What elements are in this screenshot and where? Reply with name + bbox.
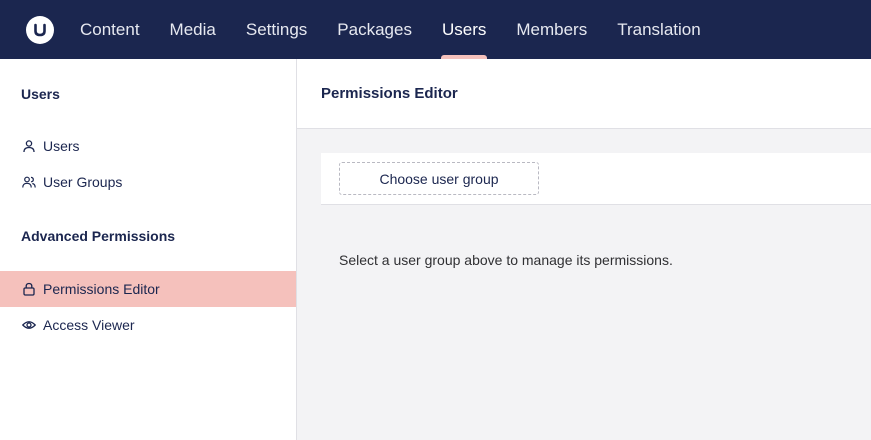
sidebar-item-label: Access Viewer [43, 317, 135, 333]
top-navigation-bar: Content Media Settings Packages Users Me… [0, 0, 871, 59]
eye-icon [22, 318, 36, 332]
sidebar-item-users[interactable]: Users [0, 128, 296, 164]
nav-settings[interactable]: Settings [231, 0, 322, 59]
nav-members[interactable]: Members [501, 0, 602, 59]
nav-content[interactable]: Content [80, 0, 155, 59]
sidebar-heading-users: Users [21, 86, 60, 102]
user-icon [22, 139, 36, 153]
user-group-picker-panel: Choose user group [321, 153, 871, 205]
lock-icon [22, 282, 36, 296]
sidebar-item-user-groups[interactable]: User Groups [0, 164, 296, 200]
logo-icon [26, 15, 54, 44]
main-panel: Permissions Editor Choose user group Sel… [297, 59, 871, 440]
sidebar-item-access-viewer[interactable]: Access Viewer [0, 307, 296, 343]
users-icon [22, 175, 36, 189]
choose-user-group-button[interactable]: Choose user group [339, 162, 539, 195]
sidebar-item-label: User Groups [43, 174, 123, 190]
sidebar-item-label: Users [43, 138, 80, 154]
empty-state-hint: Select a user group above to manage its … [339, 252, 673, 268]
sidebar-item-label: Permissions Editor [43, 281, 160, 297]
nav-media[interactable]: Media [155, 0, 231, 59]
page-title: Permissions Editor [297, 59, 871, 129]
section-tabs: Content Media Settings Packages Users Me… [80, 0, 716, 59]
nav-packages[interactable]: Packages [322, 0, 427, 59]
sidebar-item-permissions-editor[interactable]: Permissions Editor [0, 271, 296, 307]
umbraco-logo[interactable] [0, 0, 80, 59]
nav-translation[interactable]: Translation [602, 0, 715, 59]
sidebar-heading-advanced-permissions: Advanced Permissions [21, 228, 176, 244]
sidebar: Users Users User Groups Advanced Permiss… [0, 59, 297, 440]
nav-users[interactable]: Users [427, 0, 501, 59]
